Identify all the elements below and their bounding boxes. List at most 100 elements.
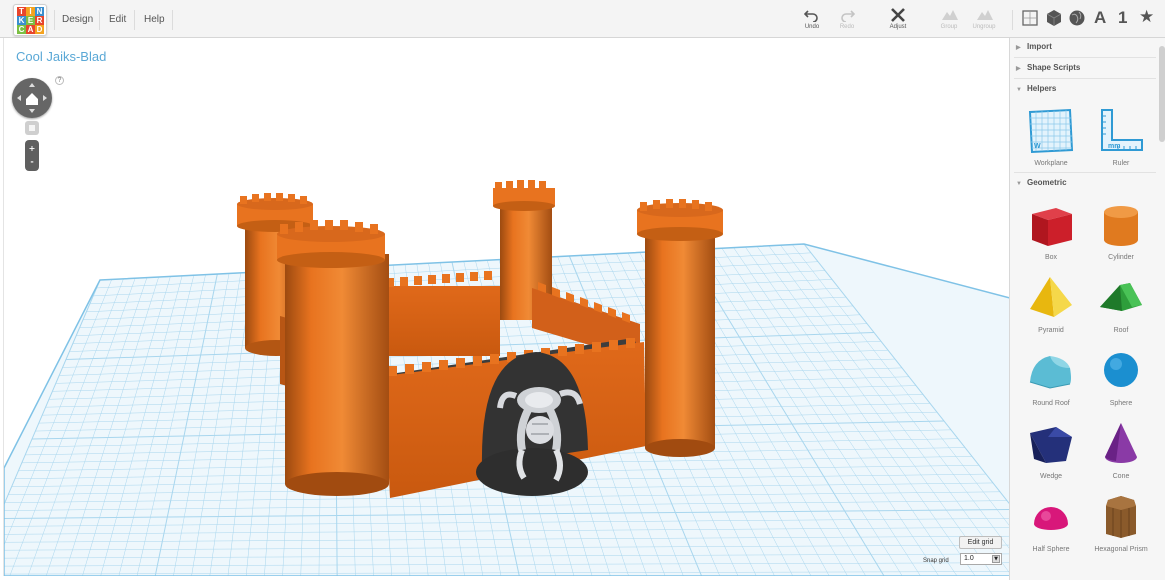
hexagonal-prism-shape-icon [1106, 496, 1136, 538]
sidebar-scrollbar[interactable] [1159, 46, 1165, 142]
fit-view-button[interactable] [25, 121, 39, 135]
shape-cone-label: Cone [1112, 473, 1130, 480]
redo-label: Redo [839, 24, 855, 30]
shape-wedge-label: Wedge [1039, 473, 1063, 480]
section-shape-scripts-label: Shape Scripts [1027, 63, 1081, 72]
shape-sphere-label: Sphere [1109, 400, 1133, 407]
chevron-down-icon: ▼ [1016, 181, 1022, 187]
round-roof-shape-icon [1029, 356, 1071, 389]
top-toolbar: T I N K E R C A D Design Edit Help Undo [0, 0, 1165, 38]
wireframe-cube-icon [1022, 10, 1038, 26]
menu-divider [172, 10, 173, 30]
menu-design[interactable]: Design [62, 12, 93, 28]
ungroup-button[interactable]: Ungroup [967, 8, 1001, 34]
shape-roof[interactable]: Roof [1086, 271, 1156, 341]
cone-shape-icon [1105, 423, 1137, 463]
logo-letter: R [35, 16, 44, 25]
shape-box[interactable]: Box [1016, 198, 1086, 268]
community-view-button[interactable] [1068, 9, 1088, 29]
section-divider [1014, 172, 1156, 173]
ruler-icon: mm [1101, 109, 1143, 151]
logo-letter: E [26, 16, 35, 25]
pyramid-shape-icon [1030, 277, 1072, 317]
logo-letter: K [17, 16, 26, 25]
edit-grid-button[interactable]: Edit grid [959, 536, 1002, 549]
logo-letter: C [17, 25, 26, 34]
group-icon [942, 10, 958, 20]
zoom-out-button[interactable]: - [25, 157, 39, 167]
cylinder-shape-icon [1104, 206, 1138, 246]
section-divider [1014, 57, 1156, 58]
undo-label: Undo [804, 24, 820, 30]
shape-cylinder-label: Cylinder [1108, 254, 1134, 261]
wireframe-view-button[interactable] [1021, 9, 1041, 29]
undo-button[interactable]: Undo [795, 8, 829, 34]
3d-viewport[interactable]: Cool Jaiks-Blad ? + - Edit grid Snap gri… [3, 38, 1010, 576]
helper-workplane-label: Workplane [1034, 160, 1068, 167]
solid-view-button[interactable] [1045, 9, 1065, 29]
menu-help[interactable]: Help [144, 12, 165, 28]
logo-letter: I [26, 7, 35, 16]
ungroup-label: Ungroup [972, 24, 996, 30]
fit-view-icon [29, 125, 35, 131]
shapes-sidebar: ▶ Import ▶ Shape Scripts ▼ Helpers W Workpl… [1009, 38, 1165, 580]
snap-grid-select[interactable]: 1.0 ▼ [960, 553, 1002, 565]
adjust-icon [891, 8, 905, 22]
redo-icon [841, 10, 855, 22]
chevron-down-icon: ▼ [1016, 87, 1022, 93]
section-geometric[interactable]: ▼ Geometric [1016, 174, 1154, 192]
shape-hexagonal-prism-label: Hexagonal Prism [1094, 546, 1148, 553]
snap-grid-value: 1.0 [964, 555, 974, 562]
toolbar-divider [1012, 10, 1013, 30]
shape-round-roof[interactable]: Round Roof [1016, 344, 1086, 414]
shape-hexagonal-prism[interactable]: Hexagonal Prism [1086, 490, 1156, 560]
undo-icon [804, 10, 818, 22]
logo-letter: A [26, 25, 35, 34]
adjust-button[interactable]: Adjust [881, 8, 915, 34]
section-shape-scripts[interactable]: ▶ Shape Scripts [1016, 59, 1154, 77]
group-button[interactable]: Group [932, 8, 966, 34]
section-import[interactable]: ▶ Import [1016, 38, 1154, 56]
helper-workplane[interactable]: W Workplane [1016, 104, 1086, 174]
ungroup-icon [977, 10, 993, 20]
logo-letter: D [35, 25, 44, 34]
shape-round-roof-label: Round Roof [1032, 400, 1070, 407]
roof-shape-icon [1100, 283, 1142, 311]
helper-ruler[interactable]: mm Ruler [1086, 104, 1156, 174]
shape-roof-label: Roof [1113, 327, 1129, 334]
shape-pyramid[interactable]: Pyramid [1016, 271, 1086, 341]
shape-cylinder[interactable]: Cylinder [1086, 198, 1156, 268]
menu-divider [54, 10, 55, 30]
redo-button[interactable]: Redo [830, 8, 864, 34]
tinkercad-logo[interactable]: T I N K E R C A D [13, 4, 47, 36]
menu-edit[interactable]: Edit [109, 12, 126, 28]
shape-wedge[interactable]: Wedge [1016, 417, 1086, 487]
star-icon[interactable]: ★ [1139, 7, 1154, 27]
view-navigation-control[interactable] [12, 78, 52, 118]
shape-half-sphere-label: Half Sphere [1032, 546, 1070, 553]
section-import-label: Import [1027, 42, 1052, 51]
tinkercad-app: T I N K E R C A D Design Edit Help Undo [0, 0, 1165, 580]
workplane-icon: W [1028, 108, 1074, 154]
scene-canvas[interactable] [4, 38, 1010, 576]
group-label: Group [940, 24, 958, 30]
castle-model[interactable] [237, 180, 723, 498]
text-tool-button[interactable]: A [1094, 8, 1106, 28]
logo-letter: T [17, 7, 26, 16]
helper-ruler-label: Ruler [1112, 160, 1130, 167]
section-helpers[interactable]: ▼ Helpers [1016, 80, 1154, 98]
shape-pyramid-label: Pyramid [1038, 327, 1064, 334]
navigation-help-button[interactable]: ? [55, 76, 64, 85]
sphere-shape-icon [1104, 353, 1138, 387]
zoom-in-button[interactable]: + [25, 144, 39, 154]
design-title[interactable]: Cool Jaiks-Blad [16, 49, 106, 65]
solid-cube-icon [1046, 10, 1062, 26]
shape-half-sphere[interactable]: Half Sphere [1016, 490, 1086, 560]
chevron-down-icon: ▼ [992, 555, 1000, 563]
logo-letter: N [35, 7, 44, 16]
shape-sphere[interactable]: Sphere [1086, 344, 1156, 414]
number-tool-button[interactable]: 1 [1118, 8, 1127, 28]
svg-text:mm: mm [1108, 143, 1120, 150]
section-helpers-label: Helpers [1027, 84, 1057, 93]
shape-cone[interactable]: Cone [1086, 417, 1156, 487]
